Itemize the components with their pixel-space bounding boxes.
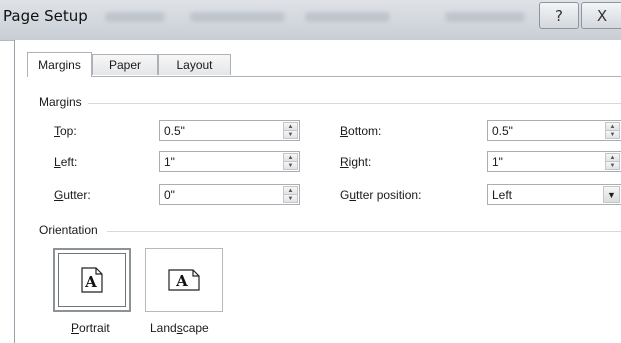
spin-up-icon[interactable]: ▲ xyxy=(283,153,298,162)
gutter-spinner[interactable]: 0" ▲ ▼ xyxy=(159,184,300,205)
close-button[interactable]: X xyxy=(581,2,621,29)
help-button[interactable]: ? xyxy=(539,2,579,29)
spin-down-icon[interactable]: ▼ xyxy=(283,195,298,203)
left-margin-value[interactable]: 1" xyxy=(164,155,175,169)
tab-margins[interactable]: Margins xyxy=(27,52,92,77)
spin-down-icon[interactable]: ▼ xyxy=(605,162,620,170)
gutter-value[interactable]: 0" xyxy=(164,188,175,202)
spin-down-icon[interactable]: ▼ xyxy=(283,162,298,170)
chevron-down-icon[interactable]: ▼ xyxy=(603,186,620,203)
bottom-margin-spinner[interactable]: 0.5" ▲ ▼ xyxy=(487,120,621,141)
dialog-title: Page Setup xyxy=(3,7,88,25)
help-icon: ? xyxy=(555,6,563,25)
margins-group-label: Margins xyxy=(39,95,88,109)
orientation-group-label: Orientation xyxy=(39,223,104,237)
group-divider xyxy=(85,103,621,104)
spin-up-icon[interactable]: ▲ xyxy=(283,122,298,131)
left-margin-spinner[interactable]: 1" ▲ ▼ xyxy=(159,151,300,172)
tab-panel-border xyxy=(27,76,621,77)
blurred-background xyxy=(190,12,285,22)
spin-up-icon[interactable]: ▲ xyxy=(605,153,620,162)
svg-text:A: A xyxy=(84,273,97,291)
top-margin-spinner[interactable]: 0.5" ▲ ▼ xyxy=(159,120,300,141)
top-margin-value[interactable]: 0.5" xyxy=(164,124,185,138)
tab-label: Paper xyxy=(108,58,142,72)
gutter-position-dropdown[interactable]: Left ▼ xyxy=(487,184,621,205)
right-margin-value[interactable]: 1" xyxy=(492,155,503,169)
gutter-position-label: Gutter position: xyxy=(340,188,422,202)
tab-label: Layout xyxy=(176,58,213,72)
landscape-button[interactable]: A xyxy=(145,248,223,312)
tab-label: Margins xyxy=(38,58,81,72)
spin-down-icon[interactable]: ▼ xyxy=(283,131,298,139)
bottom-label: Bottom: xyxy=(340,124,382,138)
top-label: Top: xyxy=(54,124,77,138)
close-icon: X xyxy=(596,6,608,25)
blurred-background xyxy=(105,12,165,22)
tab-paper[interactable]: Paper xyxy=(92,54,158,75)
bottom-margin-value[interactable]: 0.5" xyxy=(492,124,513,138)
spin-down-icon[interactable]: ▼ xyxy=(605,131,620,139)
gutter-label: Gutter: xyxy=(54,188,91,202)
right-label: Right: xyxy=(340,155,372,169)
spin-up-icon[interactable]: ▲ xyxy=(283,186,298,195)
dialog-body: Margins Paper Layout Margins Top: 0.5" ▲… xyxy=(14,40,621,343)
landscape-label[interactable]: Landscape xyxy=(150,321,209,335)
gutter-position-value: Left xyxy=(492,188,513,202)
portrait-button[interactable]: A xyxy=(53,248,131,312)
portrait-frame: A xyxy=(58,253,126,307)
tab-layout[interactable]: Layout xyxy=(158,54,231,75)
right-margin-spinner[interactable]: 1" ▲ ▼ xyxy=(487,151,621,172)
title-bar: Page Setup ? X xyxy=(0,0,621,41)
blurred-background xyxy=(445,12,525,22)
spin-up-icon[interactable]: ▲ xyxy=(605,122,620,131)
group-divider xyxy=(107,231,621,232)
svg-text:A: A xyxy=(175,272,188,290)
landscape-page-icon: A xyxy=(168,269,200,291)
left-label: Left: xyxy=(54,155,78,169)
portrait-page-icon: A xyxy=(81,267,103,293)
portrait-label[interactable]: Portrait xyxy=(71,321,110,335)
blurred-background xyxy=(305,12,390,22)
